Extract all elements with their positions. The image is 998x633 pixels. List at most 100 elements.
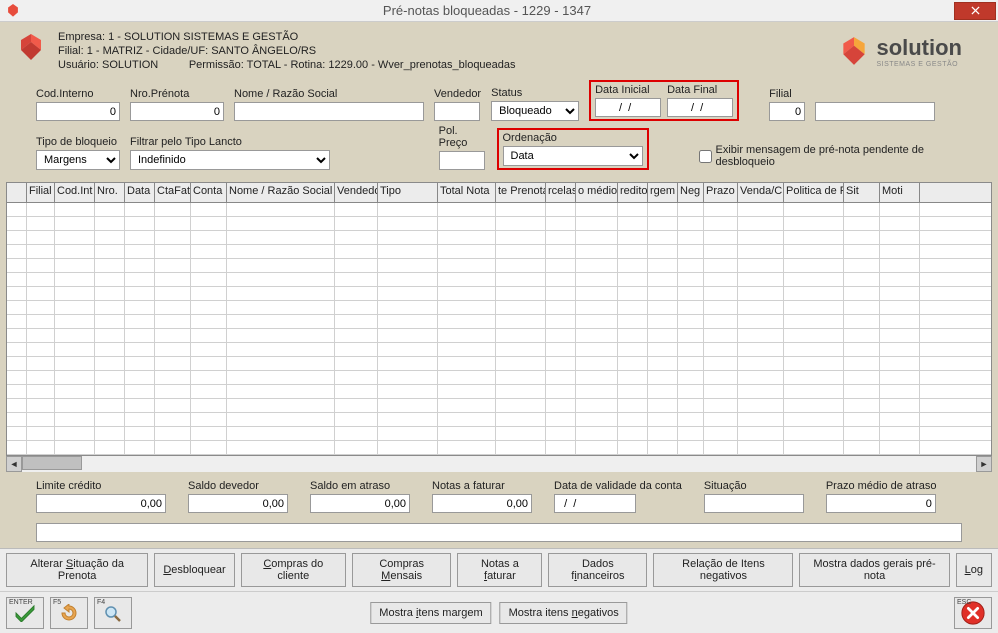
relacao-itens-neg-button[interactable]: Relação de Itens negativos	[653, 553, 793, 587]
table-row[interactable]	[7, 203, 991, 217]
tipo-bloqueio-label: Tipo de bloqueio	[36, 136, 120, 148]
status-label: Status	[491, 87, 579, 99]
table-row[interactable]	[7, 245, 991, 259]
company-logo-small	[16, 32, 46, 62]
compras-mensais-button[interactable]: Compras Mensais	[352, 553, 452, 587]
grid-col-header[interactable]: Nro.	[95, 183, 125, 202]
table-row[interactable]	[7, 273, 991, 287]
brand-text: solution	[876, 35, 962, 61]
center-buttons: Mostra itens margem Mostra itens negativ…	[370, 602, 627, 624]
saldo-atraso-input[interactable]	[310, 494, 410, 513]
situacao-input[interactable]	[704, 494, 804, 513]
grid-col-header[interactable]: rcelas	[546, 183, 576, 202]
data-inicial-input[interactable]	[595, 98, 661, 117]
filial-desc-input[interactable]	[815, 102, 935, 121]
window-close-button[interactable]	[954, 2, 996, 20]
scroll-thumb[interactable]	[22, 456, 82, 470]
tipo-bloqueio-select[interactable]: Margens	[36, 150, 120, 170]
table-row[interactable]	[7, 301, 991, 315]
pol-preco-input[interactable]	[439, 151, 485, 170]
grid-col-header[interactable]: Vendedor	[335, 183, 378, 202]
grid-col-header[interactable]: Filial	[27, 183, 55, 202]
table-row[interactable]	[7, 357, 991, 371]
alterar-situacao-button[interactable]: Alterar Situação da Prenota	[6, 553, 148, 587]
nro-prenota-input[interactable]	[130, 102, 224, 121]
filtrar-tipo-lancto-select[interactable]: Indefinido	[130, 150, 330, 170]
table-row[interactable]	[7, 371, 991, 385]
table-row[interactable]	[7, 315, 991, 329]
grid-col-header[interactable]: o médio	[576, 183, 618, 202]
saldo-devedor-input[interactable]	[188, 494, 288, 513]
grid-col-header[interactable]	[7, 183, 27, 202]
saldo-atraso-label: Saldo em atraso	[310, 480, 410, 492]
compras-cliente-button[interactable]: Compras do cliente	[241, 553, 346, 587]
grid-col-header[interactable]: Moti	[880, 183, 920, 202]
grid-col-header[interactable]: redito	[618, 183, 648, 202]
grid-col-header[interactable]: rgem	[648, 183, 678, 202]
scroll-right-button[interactable]: ►	[976, 456, 992, 472]
grid-col-header[interactable]: Neg	[678, 183, 704, 202]
desbloquear-button[interactable]: Desbloquear	[154, 553, 234, 587]
mostra-dados-gerais-button[interactable]: Mostra dados gerais pré-nota	[799, 553, 949, 587]
exibir-msg-label: Exibir mensagem de pré-nota pendente de …	[716, 144, 971, 168]
nome-razao-input[interactable]	[234, 102, 424, 121]
header-info: Empresa: 1 - SOLUTION SISTEMAS E GESTÃO …	[0, 22, 998, 80]
vendedor-input[interactable]	[434, 102, 480, 121]
grid-col-header[interactable]: Prazo	[704, 183, 738, 202]
data-final-input[interactable]	[667, 98, 733, 117]
esc-button[interactable]: ESC	[954, 597, 992, 629]
filial-input[interactable]	[769, 102, 805, 121]
grid-col-header[interactable]: Data	[125, 183, 155, 202]
grid-col-header[interactable]: Sit	[844, 183, 880, 202]
cod-interno-input[interactable]	[36, 102, 120, 121]
empresa-line: Empresa: 1 - SOLUTION SISTEMAS E GESTÃO	[58, 30, 838, 44]
grid-col-header[interactable]: Tipo	[378, 183, 438, 202]
table-row[interactable]	[7, 343, 991, 357]
limite-credito-input[interactable]	[36, 494, 166, 513]
table-row[interactable]	[7, 329, 991, 343]
grid-col-header[interactable]: Politica de P	[784, 183, 844, 202]
grid-col-header[interactable]: CtaFat	[155, 183, 191, 202]
table-row[interactable]	[7, 287, 991, 301]
prazo-medio-label: Prazo médio de atraso	[826, 480, 937, 492]
log-button[interactable]: Log	[956, 553, 992, 587]
data-validade-input[interactable]	[554, 494, 636, 513]
scroll-track[interactable]	[22, 456, 976, 472]
dados-financeiros-button[interactable]: Dados financeiros	[548, 553, 647, 587]
status-select[interactable]: Bloqueado	[491, 101, 579, 121]
grid-col-header[interactable]: te Prenota	[496, 183, 546, 202]
table-row[interactable]	[7, 399, 991, 413]
prazo-medio-input[interactable]	[826, 494, 936, 513]
grid-col-header[interactable]: Conta	[191, 183, 227, 202]
brand-logo: solution SISTEMAS E GESTÃO	[838, 30, 962, 72]
grid-col-header[interactable]: Venda/C	[738, 183, 784, 202]
table-row[interactable]	[7, 217, 991, 231]
f5-button[interactable]: F5	[50, 597, 88, 629]
notas-faturar-input[interactable]	[432, 494, 532, 513]
table-row[interactable]	[7, 259, 991, 273]
grid-col-header[interactable]: Nome / Razão Social	[227, 183, 335, 202]
f4-button[interactable]: F4	[94, 597, 132, 629]
grid-col-header[interactable]: Cod.Int	[55, 183, 95, 202]
table-row[interactable]	[7, 427, 991, 441]
mostra-itens-margem-button[interactable]: Mostra itens margem	[370, 602, 491, 624]
data-grid[interactable]: FilialCod.IntNro.DataCtaFatContaNome / R…	[6, 182, 992, 456]
grid-col-header[interactable]: Total Nota	[438, 183, 496, 202]
table-row[interactable]	[7, 413, 991, 427]
table-row[interactable]	[7, 385, 991, 399]
situacao-label: Situação	[704, 480, 804, 492]
ordenacao-select[interactable]: Data	[503, 146, 643, 166]
notas-faturar-button[interactable]: Notas a faturar	[457, 553, 542, 587]
cod-interno-label: Cod.Interno	[36, 88, 120, 100]
table-row[interactable]	[7, 231, 991, 245]
enter-button[interactable]: ENTER	[6, 597, 44, 629]
brand-subtitle: SISTEMAS E GESTÃO	[876, 61, 962, 68]
detail-input[interactable]	[36, 523, 962, 542]
table-row[interactable]	[7, 441, 991, 455]
scroll-left-button[interactable]: ◄	[6, 456, 22, 472]
filial-label: Filial	[769, 88, 805, 100]
grid-hscrollbar[interactable]: ◄ ►	[6, 456, 992, 472]
app-icon	[6, 4, 20, 18]
mostra-itens-neg-button[interactable]: Mostra itens negativos	[500, 602, 628, 624]
exibir-msg-checkbox[interactable]	[699, 150, 712, 163]
